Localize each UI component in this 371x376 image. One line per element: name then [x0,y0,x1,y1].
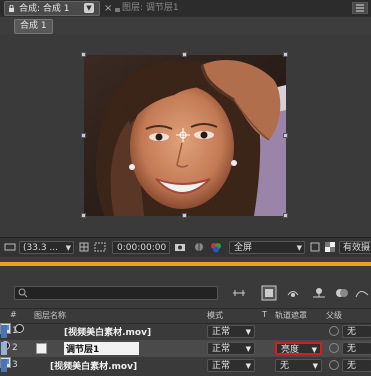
chevron-down-icon: ▼ [312,362,318,370]
parent-value: 无 [347,361,357,371]
column-source-name[interactable]: 图层名称 [34,310,66,321]
layer-number: 3 [12,360,18,370]
transform-handle[interactable] [81,213,86,218]
resolution-select[interactable]: 全屏 ▼ [229,241,305,254]
parent-select[interactable]: 无 [342,359,371,372]
composition-dropdown-icon[interactable]: ▼ [84,3,94,13]
parent-pick-whip-icon[interactable] [329,343,339,353]
lock-icon[interactable] [8,5,15,12]
hide-shy-layers-icon[interactable] [285,285,301,301]
chevron-down-icon: ▼ [65,244,71,252]
column-track-matte[interactable]: 轨道遮罩 [275,310,307,321]
tab-layer[interactable]: 图层: 调节层1 [115,1,179,16]
zoom-select[interactable]: (33.3 ... ▼ [19,241,74,254]
comp-mini-flowchart-icon[interactable] [231,285,247,301]
graph-editor-icon[interactable] [354,285,370,301]
adjustment-layer-icon [36,343,47,354]
chevron-down-icon: ▼ [296,244,302,252]
breadcrumb[interactable]: 合成 1 [14,19,53,34]
blend-mode-value: 正常 [212,344,231,354]
blend-mode-value: 正常 [212,327,231,337]
parent-select[interactable]: 无 [342,325,371,338]
transparency-grid-icon[interactable] [324,241,336,253]
parent-pick-whip-icon[interactable] [329,360,339,370]
parent-value: 无 [347,344,357,354]
label-color-swatch[interactable] [1,325,7,338]
blend-mode-select[interactable]: 正常 ▼ [207,359,255,372]
parent-select[interactable]: 无 [342,342,371,355]
draft-3d-icon[interactable] [261,285,277,301]
layer-search-input[interactable] [14,286,218,300]
track-matte-value: 无 [280,361,290,371]
parent-pick-whip-icon[interactable] [329,326,339,336]
grid-icon[interactable] [78,241,90,253]
timeline-column-header: # 图层名称 模式 T 轨道遮罩 父级 [0,308,371,324]
motion-blur-icon[interactable] [334,285,350,301]
label-color-swatch[interactable] [1,342,7,355]
show-snapshot-icon[interactable] [193,241,205,253]
layer-name[interactable]: 调节层1 [64,342,140,355]
zoom-value: (33.3 ... [23,243,58,253]
layer-name[interactable]: [视频美白素材.mov] [50,359,137,372]
chevron-down-icon: ▼ [245,362,251,370]
layer-number: 1 [12,326,18,336]
transform-handle[interactable] [182,52,187,57]
column-parent[interactable]: 父级 [326,310,342,321]
timecode-value: 0:00:00:00 [117,243,167,253]
layer-number: 2 [12,343,18,353]
column-t[interactable]: T [262,310,267,319]
track-matte-value: 亮度 [281,345,300,355]
resolution-value: 全屏 [234,243,253,253]
tab-composition[interactable]: 合成: 合成 1 ▼ [4,1,100,16]
column-number[interactable]: # [10,310,17,319]
label-color-swatch[interactable] [1,359,7,372]
lock-icon [115,8,120,12]
layer-name[interactable]: [视频美白素材.mov] [64,325,151,338]
chevron-down-icon: ▼ [245,345,251,353]
viewer-toolbar: (33.3 ... ▼ 0:00:00:00 全屏 ▼ 有效摄 [0,237,371,257]
transform-handle[interactable] [283,133,288,138]
tab-composition-label: 合成: 合成 1 [19,4,70,14]
blend-mode-select[interactable]: 正常 ▼ [207,342,255,355]
transform-handle[interactable] [182,213,187,218]
tab-layer-label: 图层: 调节层1 [122,3,179,13]
mask-visibility-icon[interactable] [94,241,106,253]
layer-row[interactable]: 1 [视频美白素材.mov] 正常 ▼ 无 [0,323,371,340]
track-matte-select[interactable]: 无 ▼ [275,359,322,372]
transform-handle[interactable] [81,52,86,57]
anchor-point-icon[interactable] [176,128,190,142]
panel-menu-icon[interactable] [352,2,368,14]
timecode-field[interactable]: 0:00:00:00 [112,241,170,254]
always-preview-icon[interactable] [4,241,16,253]
chevron-down-icon: ▼ [311,346,317,354]
blend-mode-value: 正常 [212,361,231,371]
track-matte-select[interactable]: 亮度 ▼ [275,342,322,355]
transform-handle[interactable] [283,52,288,57]
channel-rgb-icon[interactable] [210,241,222,253]
composition-tab-bar: 合成: 合成 1 ▼ × 图层: 调节层1 [0,0,371,17]
view-select-label: 有效摄 [343,243,371,253]
blend-mode-select[interactable]: 正常 ▼ [207,325,255,338]
region-of-interest-icon[interactable] [309,241,321,253]
transform-handle[interactable] [283,213,288,218]
search-icon [18,288,28,298]
chevron-down-icon: ▼ [245,328,251,336]
frame-blending-icon[interactable] [311,285,327,301]
view-select[interactable]: 有效摄 [339,241,371,254]
transform-handle[interactable] [81,133,86,138]
layer-row[interactable]: 2 调节层1 正常 ▼ 亮度 ▼ 无 [0,340,371,357]
camera-snapshot-icon[interactable] [174,241,186,253]
parent-value: 无 [347,327,357,337]
layer-row[interactable]: 3 [视频美白素材.mov] 正常 ▼ 无 ▼ 无 [0,357,371,374]
column-mode[interactable]: 模式 [207,310,223,321]
close-icon[interactable]: × [104,1,112,16]
